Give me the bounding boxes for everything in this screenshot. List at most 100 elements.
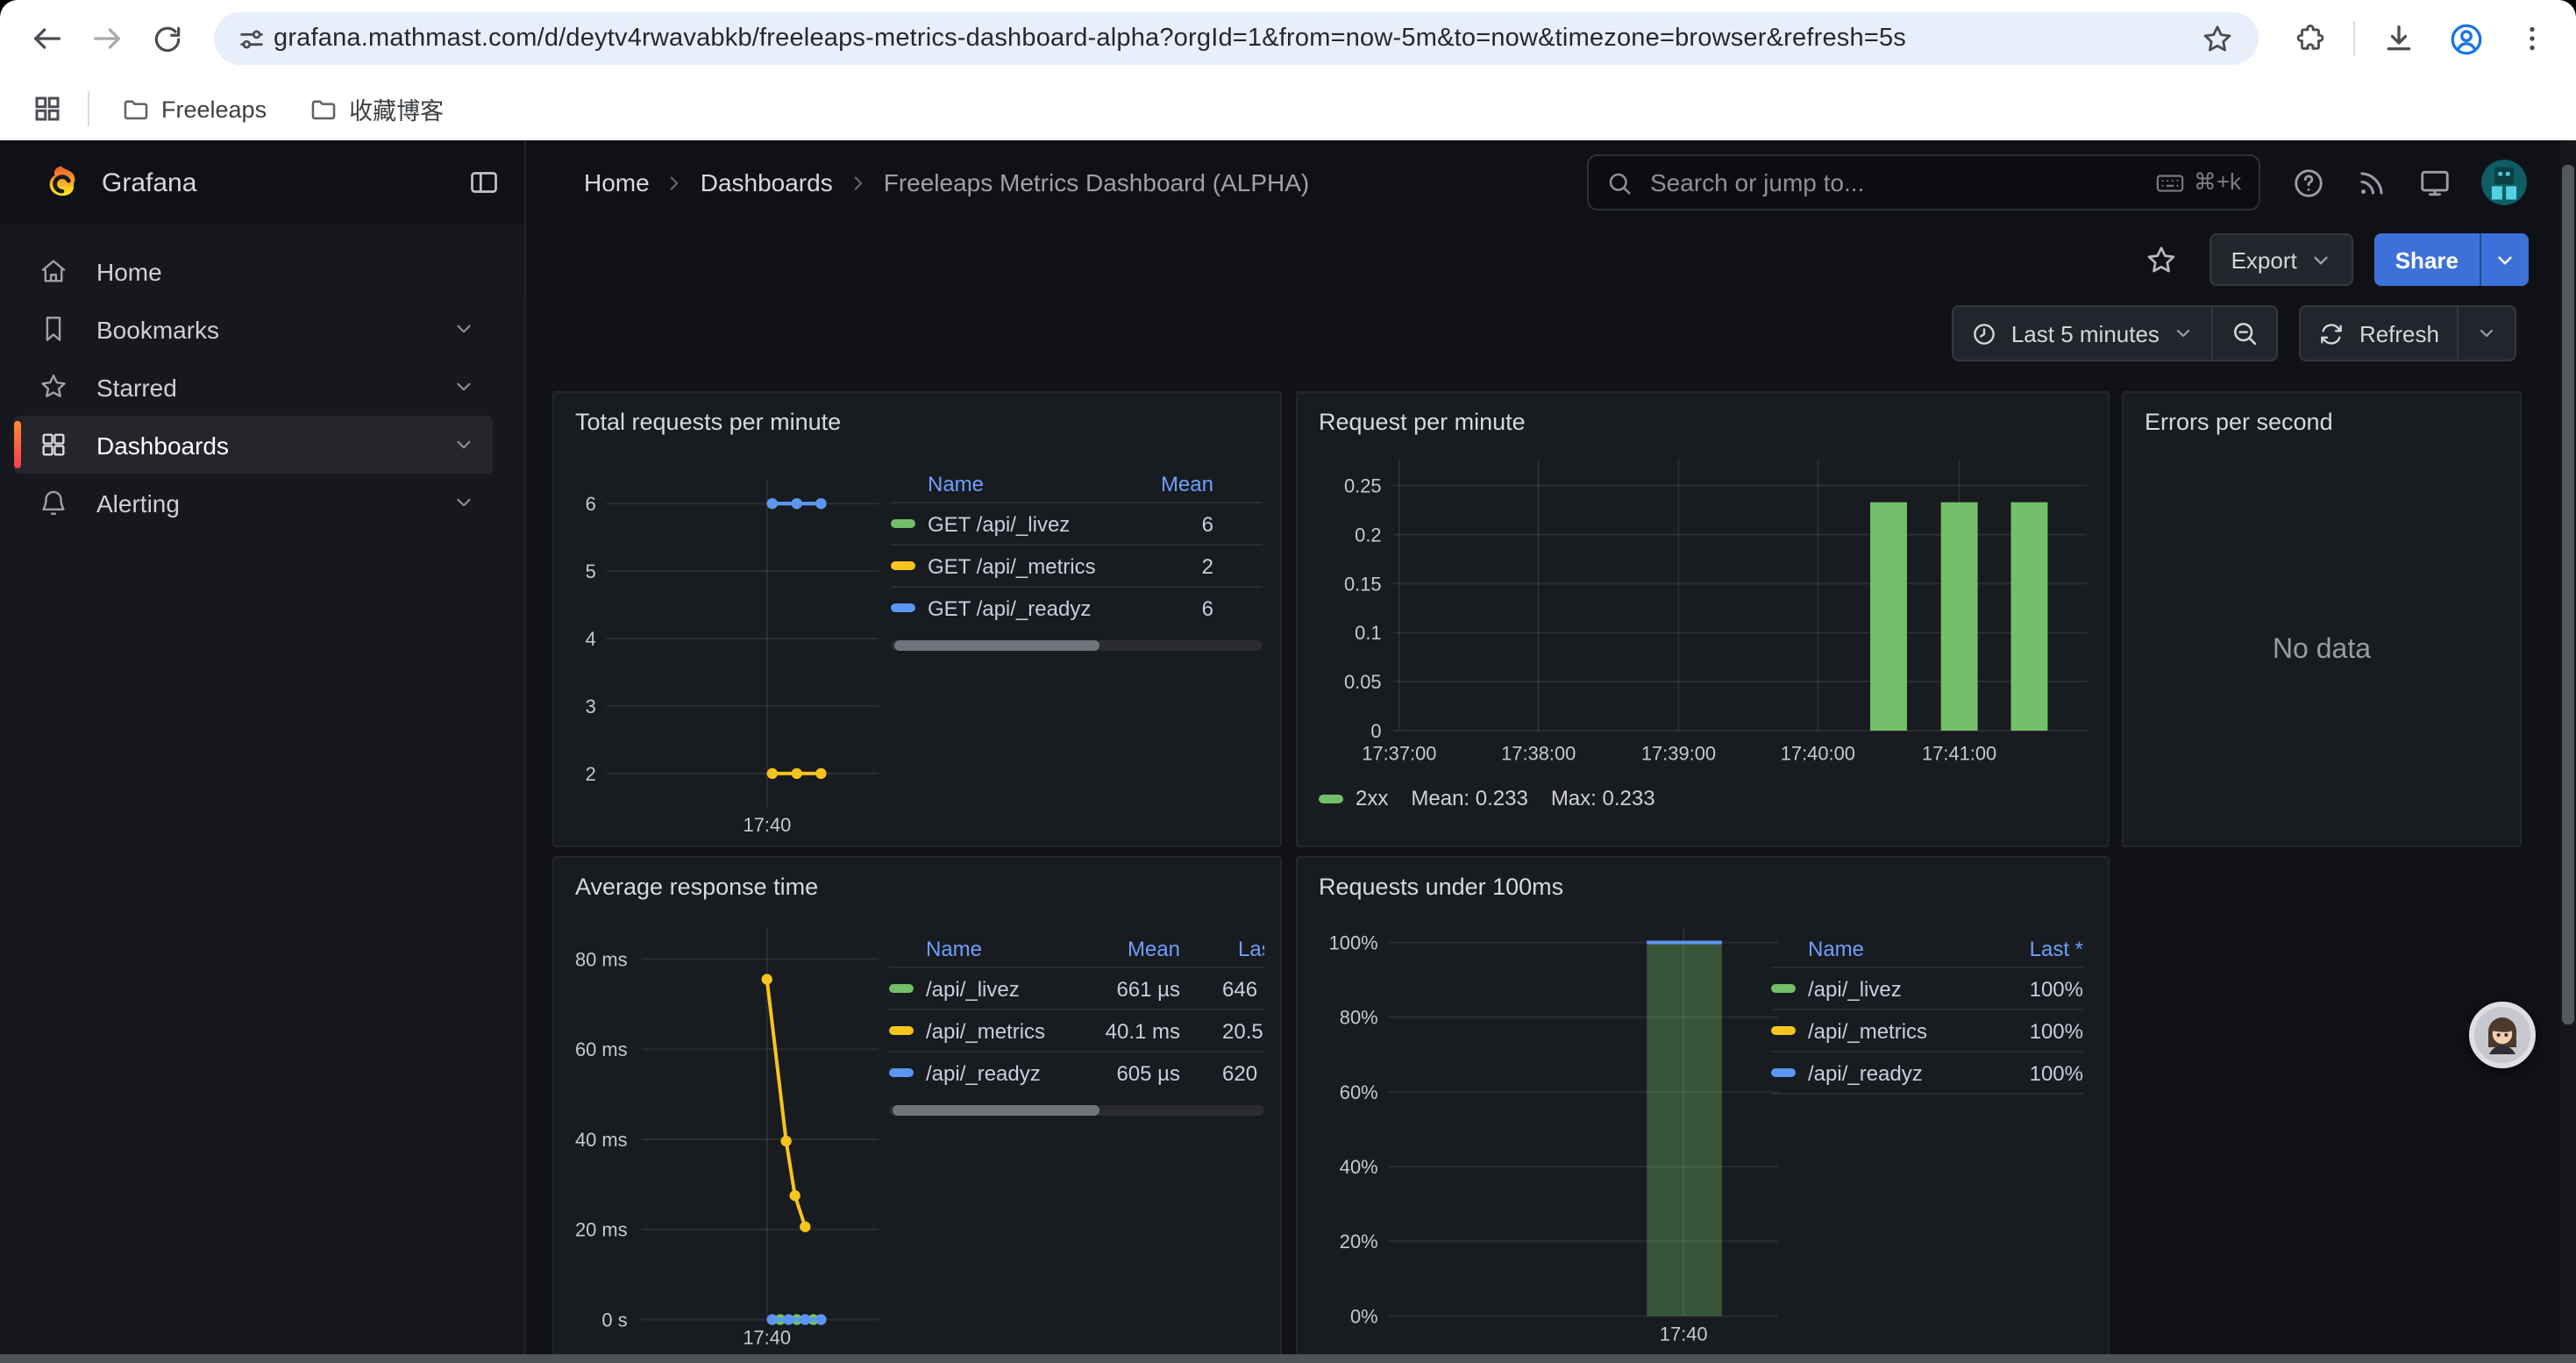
legend-series-name[interactable]: GET /api/_metrics xyxy=(928,553,1096,578)
toolbar-divider xyxy=(2353,21,2355,56)
svg-text:0 s: 0 s xyxy=(601,1309,627,1331)
dock-sidebar-icon[interactable] xyxy=(468,167,500,198)
sidebar-item-alerting[interactable]: Alerting xyxy=(14,474,493,532)
export-button[interactable]: Export xyxy=(2210,233,2353,286)
sidebar-item-dashboards[interactable]: Dashboards xyxy=(14,416,493,474)
legend-series-name[interactable]: /api/_metrics xyxy=(1808,1018,1927,1043)
breadcrumb-current: Freeleaps Metrics Dashboard (ALPHA) xyxy=(884,168,1310,196)
bookmark-folder-blogs[interactable]: 收藏博客 xyxy=(295,84,458,133)
time-range-picker[interactable]: Last 5 minutes xyxy=(1952,305,2214,361)
legend-series-name[interactable]: /api/_livez xyxy=(926,976,1020,1001)
zoom-out-time-button[interactable] xyxy=(2212,305,2279,361)
bookmark-folder-freeleaps[interactable]: Freeleaps xyxy=(107,87,281,131)
legend-series-name[interactable]: /api/_readyz xyxy=(1808,1060,1923,1085)
legend-column-header[interactable]: Name xyxy=(891,472,1126,496)
svg-text:0.05: 0.05 xyxy=(1344,671,1382,693)
chevron-down-icon[interactable] xyxy=(452,433,475,456)
downloads-icon[interactable] xyxy=(2369,9,2429,68)
chevron-down-icon[interactable] xyxy=(452,491,475,514)
legend-value: 100% xyxy=(1989,976,2083,1001)
panel-title[interactable]: Request per minute xyxy=(1319,409,1526,435)
legend-stat-max: Max: 0.233 xyxy=(1551,786,1655,810)
refresh-button[interactable]: Refresh xyxy=(2300,305,2459,361)
panel-title[interactable]: Requests under 100ms xyxy=(1319,874,1563,900)
refresh-interval-dropdown[interactable] xyxy=(2457,305,2516,361)
sidebar-item-bookmarks[interactable]: Bookmarks xyxy=(14,300,493,358)
breadcrumb-home[interactable]: Home xyxy=(584,168,650,196)
url-bar[interactable]: grafana.mathmast.com/d/deytv4rwavabkb/fr… xyxy=(214,12,2259,65)
browser-window: grafana.mathmast.com/d/deytv4rwavabkb/fr… xyxy=(0,0,2576,1363)
site-settings-icon[interactable] xyxy=(228,16,274,61)
legend-column-header[interactable]: Mean xyxy=(1082,937,1180,961)
share-menu-chevron-icon[interactable] xyxy=(2480,233,2529,286)
legend-value: 646 xyxy=(1180,976,1264,1001)
profile-icon[interactable] xyxy=(2436,9,2495,68)
svg-text:17:38:00: 17:38:00 xyxy=(1501,743,1576,765)
monitor-kiosk-icon[interactable] xyxy=(2418,166,2451,199)
assistant-avatar[interactable] xyxy=(2469,1002,2536,1068)
search-box[interactable]: ⌘+k xyxy=(1587,154,2260,211)
sidebar-item-home[interactable]: Home xyxy=(14,242,493,300)
panel-title[interactable]: Total requests per minute xyxy=(575,409,841,435)
legend-column-header[interactable]: Mean xyxy=(1126,472,1213,496)
panel-title[interactable]: Average response time xyxy=(575,874,818,900)
svg-text:17:40: 17:40 xyxy=(744,814,792,836)
panel-title[interactable]: Errors per second xyxy=(2145,409,2333,435)
legend-scrollbar[interactable] xyxy=(891,640,1263,651)
series-color-pill[interactable] xyxy=(1771,984,1796,993)
legend-value: 100% xyxy=(1989,1060,2083,1085)
apps-grid-icon xyxy=(39,430,70,460)
sidebar-item-starred[interactable]: Starred xyxy=(14,358,493,416)
extensions-icon[interactable] xyxy=(2280,9,2339,68)
breadcrumb-dashboards[interactable]: Dashboards xyxy=(701,168,833,196)
series-color-pill[interactable] xyxy=(889,1026,914,1035)
apps-grid-icon[interactable] xyxy=(18,79,77,139)
series-color-pill[interactable] xyxy=(891,603,915,612)
horizontal-scrollbar[interactable] xyxy=(0,1354,2576,1363)
legend-column-header[interactable]: Last * xyxy=(1989,937,2083,961)
page-scrollbar[interactable] xyxy=(2560,140,2576,1363)
browser-actions xyxy=(2280,9,2576,68)
reload-icon[interactable] xyxy=(137,9,196,68)
share-button[interactable]: Share xyxy=(2374,233,2529,286)
legend-column-header[interactable]: Name xyxy=(889,937,1082,961)
user-avatar[interactable] xyxy=(2481,160,2527,205)
svg-text:17:40: 17:40 xyxy=(1660,1323,1708,1345)
legend-series-name[interactable]: /api/_metrics xyxy=(926,1018,1045,1043)
legend-series-name[interactable]: /api/_readyz xyxy=(926,1060,1041,1085)
chevron-down-icon[interactable] xyxy=(452,318,475,340)
legend-value: 2 xyxy=(1126,553,1213,578)
legend-inline: 2xx Mean: 0.233 Max: 0.233 xyxy=(1319,786,1655,810)
scrollbar-thumb[interactable] xyxy=(2562,165,2574,1024)
series-color-pill[interactable] xyxy=(891,561,915,570)
url-text[interactable]: grafana.mathmast.com/d/deytv4rwavabkb/fr… xyxy=(274,25,2192,53)
news-rss-icon[interactable] xyxy=(2355,166,2388,199)
grafana-logo[interactable] xyxy=(42,163,81,202)
series-color-pill[interactable] xyxy=(1771,1068,1796,1077)
svg-text:4: 4 xyxy=(586,628,596,650)
favorite-star-icon[interactable] xyxy=(2145,243,2179,276)
help-icon[interactable] xyxy=(2292,166,2325,199)
forward-icon[interactable] xyxy=(77,9,137,68)
series-color-pill[interactable] xyxy=(1771,1026,1796,1035)
grafana-brand[interactable]: Grafana xyxy=(102,168,468,197)
chevron-down-icon xyxy=(2476,323,2497,344)
legend-value: 661 µs xyxy=(1082,976,1180,1001)
series-color-pill[interactable] xyxy=(891,519,915,528)
browser-menu-icon[interactable] xyxy=(2502,9,2562,68)
series-color-pill[interactable] xyxy=(889,1068,914,1077)
bookmark-star-icon[interactable] xyxy=(2192,14,2241,63)
legend-series-name[interactable]: 2xx xyxy=(1356,786,1388,810)
svg-text:17:41:00: 17:41:00 xyxy=(1922,743,1996,765)
search-input[interactable] xyxy=(1647,167,2155,198)
chevron-down-icon[interactable] xyxy=(452,375,475,398)
legend-series-name[interactable]: GET /api/_readyz xyxy=(928,596,1091,620)
legend-column-header[interactable]: Name xyxy=(1771,937,1989,961)
back-icon[interactable] xyxy=(18,9,77,68)
legend-column-header[interactable]: Last * xyxy=(1180,937,1264,961)
legend-series-name[interactable]: GET /api/_livez xyxy=(928,511,1070,536)
topnav-icons xyxy=(2292,160,2527,205)
legend-scrollbar[interactable] xyxy=(889,1105,1264,1116)
series-color-pill[interactable] xyxy=(889,984,914,993)
legend-series-name[interactable]: /api/_livez xyxy=(1808,976,1902,1001)
